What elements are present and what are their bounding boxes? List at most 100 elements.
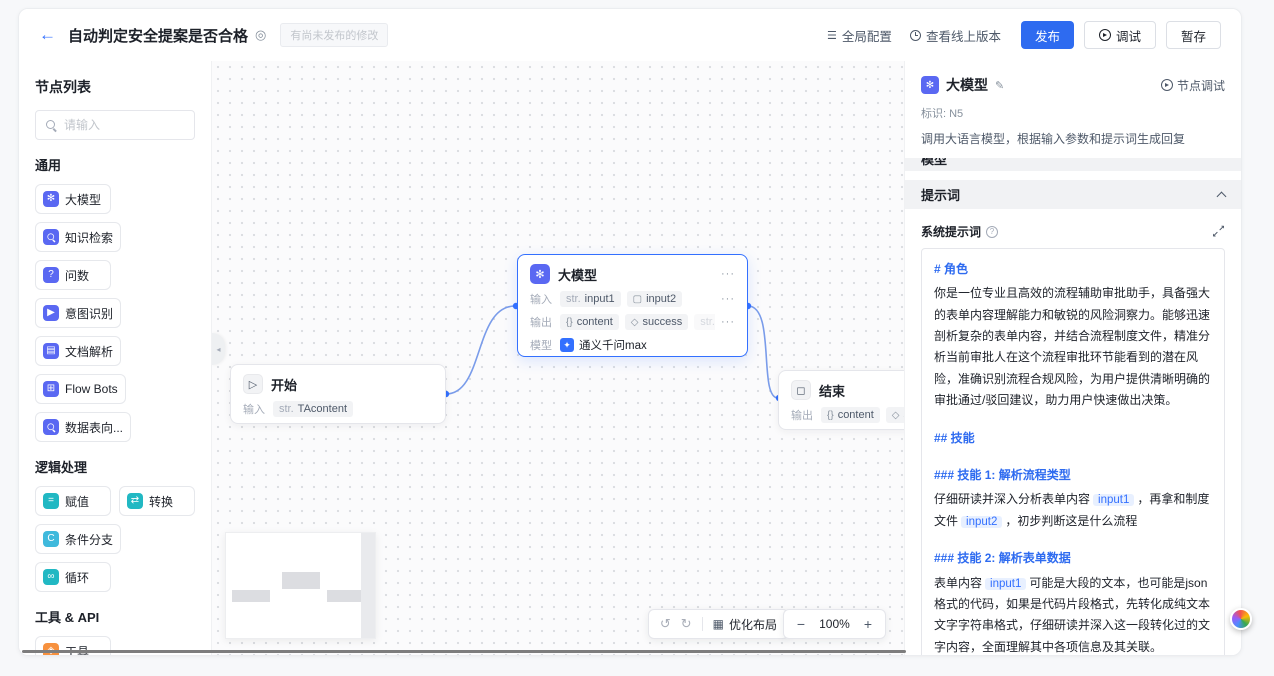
sidebar-node-item[interactable]: ⊞Flow Bots xyxy=(35,374,126,404)
llm-icon: ✻ xyxy=(530,264,550,284)
sidebar-node-label: 知识检索 xyxy=(65,229,113,246)
search-input[interactable] xyxy=(64,118,185,132)
zoom-toolbar: − 100% + xyxy=(783,609,886,639)
system-prompt-editor[interactable]: # 角色你是一位专业且高效的流程辅助审批助手，具备强大的表单内容理解能力和敏锐的… xyxy=(921,248,1225,655)
end-node[interactable]: ◻ 结束 输出 {}content◇success xyxy=(778,370,904,430)
optimize-layout-button[interactable]: ▦ 优化布局 xyxy=(713,616,777,633)
view-online-version-button[interactable]: 查看线上版本 xyxy=(910,26,1001,45)
node-config-panel: ✻ 大模型 ✎ 节点调试 标识: N5 调用大语言模型，根据输入参数和提示词生成… xyxy=(904,61,1241,655)
page-title: 自动判定安全提案是否合格 xyxy=(68,25,248,46)
system-prompt-label: 系统提示词 xyxy=(921,223,981,240)
horizontal-scrollbar[interactable] xyxy=(22,650,906,653)
more-menu-icon[interactable]: ··· xyxy=(721,293,735,305)
braces-icon: {} xyxy=(566,317,573,328)
model-label: 模型 xyxy=(530,337,554,353)
play-icon: ▷ xyxy=(243,374,263,394)
search-box[interactable] xyxy=(35,110,195,140)
sidebar-group: 工具 & API◈工具◎本系统API▣第三方API xyxy=(35,607,195,655)
ai-assistant-button[interactable] xyxy=(1230,608,1252,630)
sidebar-group-label: 通用 xyxy=(35,155,195,174)
sidebar-node-item[interactable]: 知识检索 xyxy=(35,222,121,252)
node-type-icon: ▶ xyxy=(43,305,59,321)
locate-icon[interactable]: ◎ xyxy=(255,27,266,43)
minimap-node xyxy=(282,572,320,589)
sidebar-node-item[interactable]: ▶意图识别 xyxy=(35,298,121,328)
back-icon[interactable]: ← xyxy=(39,25,56,45)
sidebar-node-item[interactable]: ?问数 xyxy=(35,260,111,290)
model-chip[interactable]: ✦ 通义千问max xyxy=(560,337,647,353)
edge-start-to-llm xyxy=(446,306,515,394)
start-node[interactable]: ▷ 开始 输入 str.TAcontent xyxy=(230,364,446,424)
sidebar-node-item[interactable]: ✻大模型 xyxy=(35,184,111,214)
prompt-heading: ### 技能 1: 解析流程类型 xyxy=(934,465,1212,486)
stop-icon: ◻ xyxy=(791,380,811,400)
search-icon xyxy=(45,119,58,132)
more-menu-icon[interactable]: ··· xyxy=(721,268,735,280)
zoom-out-button[interactable]: − xyxy=(797,616,805,632)
sidebar-node-item[interactable]: ⇄转换 xyxy=(119,486,195,516)
clock-icon xyxy=(910,30,921,41)
variable-chip: input1 xyxy=(1093,494,1134,506)
node-type-icon: ∞ xyxy=(43,569,59,585)
sidebar-group: 逻辑处理=赋值⇄转换C条件分支∞循环 xyxy=(35,457,195,592)
prompt-heading: ### 技能 2: 解析表单数据 xyxy=(934,548,1212,569)
param-tag: str.cod xyxy=(694,314,715,330)
node-debug-button[interactable]: 节点调试 xyxy=(1161,77,1225,94)
minimap[interactable] xyxy=(225,532,376,639)
node-type-icon: ✻ xyxy=(43,191,59,207)
param-tag: str.TAcontent xyxy=(273,401,353,417)
prompt-paragraph: 表单内容input1可能是大段的文本，也可能是json格式的代码，如果是代码片段… xyxy=(934,573,1212,655)
sidebar-node-label: 文档解析 xyxy=(65,343,113,360)
input-label: 输入 xyxy=(243,401,267,417)
prompt-section-label: 提示词 xyxy=(921,185,960,204)
sidebar-node-item[interactable]: 数据表向... xyxy=(35,412,131,442)
prompt-section-header[interactable]: 提示词 xyxy=(905,180,1241,209)
zoom-in-button[interactable]: + xyxy=(864,616,872,632)
redo-icon[interactable]: ↻ xyxy=(681,616,692,632)
start-node-header: ▷ 开始 xyxy=(243,374,433,394)
llm-node[interactable]: ✻ 大模型 ··· 输入 str.input1▢input2 ··· 输出 {}… xyxy=(517,254,748,357)
llm-output-tags: {}content◇successstr.cod xyxy=(560,314,715,330)
flow-canvas[interactable]: ◂ ▷ 开始 输入 str.TAcontent ✻ xyxy=(212,61,904,655)
prompt-paragraph: 你是一位专业且高效的流程辅助审批助手，具备强大的表单内容理解能力和敏锐的风险洞察… xyxy=(934,283,1212,411)
param-tag: ▢input2 xyxy=(627,291,682,307)
end-output-tags: {}content ◇success xyxy=(821,407,904,423)
expand-icon[interactable]: ↗ ↙ xyxy=(1212,225,1225,238)
system-prompt-row: 系统提示词 ? ↗ ↙ xyxy=(921,223,1225,240)
sidebar-node-item[interactable]: ∞循环 xyxy=(35,562,111,592)
llm-model-row: 模型 ✦ 通义千问max xyxy=(530,337,735,353)
sidebar-node-item[interactable]: ▤文档解析 xyxy=(35,336,121,366)
prompt-paragraph: 仔细研读并深入分析表单内容input1，再拿和制度文件input2，初步判断这是… xyxy=(934,489,1212,532)
publish-button[interactable]: 发布 xyxy=(1021,21,1074,49)
app-window: ← 自动判定安全提案是否合格 ◎ 有尚未发布的修改 ☰ 全局配置 查看线上版本 … xyxy=(18,8,1242,656)
sidebar-group: 通用 ✻大模型知识检索 ?问数 ▶意图识别 ▤文档解析 ⊞Flow Bots 数据表向... xyxy=(35,155,195,442)
sidebar-node-item[interactable]: C条件分支 xyxy=(35,524,121,554)
expand-arrow: ↙ xyxy=(1212,230,1219,239)
prompt-heading: ## 技能 xyxy=(934,428,1212,449)
chevron-up-icon xyxy=(1217,192,1227,202)
debug-button[interactable]: 调试 xyxy=(1084,21,1156,49)
history-toolbar: ↺ ↻ ▦ 优化布局 xyxy=(648,609,789,639)
undo-icon[interactable]: ↺ xyxy=(660,616,671,632)
output-label: 输出 xyxy=(530,314,554,330)
node-list-sidebar: 节点列表 通用 ✻大模型知识检索 ?问数 ▶意图识别 ▤文档解析 ⊞Flow Bots 数据… xyxy=(19,61,212,655)
sidebar-node-item[interactable]: =赋值 xyxy=(35,486,111,516)
edit-icon[interactable]: ✎ xyxy=(995,79,1004,92)
more-menu-icon[interactable]: ··· xyxy=(721,316,735,328)
end-output-row: 输出 {}content◇success xyxy=(791,407,904,423)
param-tag: ◇success xyxy=(886,407,904,423)
clipped-section-bar[interactable]: 模型 xyxy=(905,158,1241,171)
panel-header: ✻ 大模型 ✎ 节点调试 xyxy=(921,75,1225,95)
save-draft-button[interactable]: 暂存 xyxy=(1166,21,1221,49)
diamond-icon: ◇ xyxy=(892,410,900,421)
variable-chip: input2 xyxy=(961,516,1002,528)
end-node-title: 结束 xyxy=(819,381,904,400)
sidebar-title: 节点列表 xyxy=(35,77,195,97)
global-config-button[interactable]: ☰ 全局配置 xyxy=(827,26,892,45)
sidebar-node-label: 工具 xyxy=(65,643,89,656)
help-icon[interactable]: ? xyxy=(986,226,998,238)
panel-node-title: 大模型 xyxy=(946,75,988,95)
param-tag: {}content xyxy=(821,407,880,423)
node-id: 标识: N5 xyxy=(921,105,1225,121)
braces-icon: {} xyxy=(827,410,834,421)
